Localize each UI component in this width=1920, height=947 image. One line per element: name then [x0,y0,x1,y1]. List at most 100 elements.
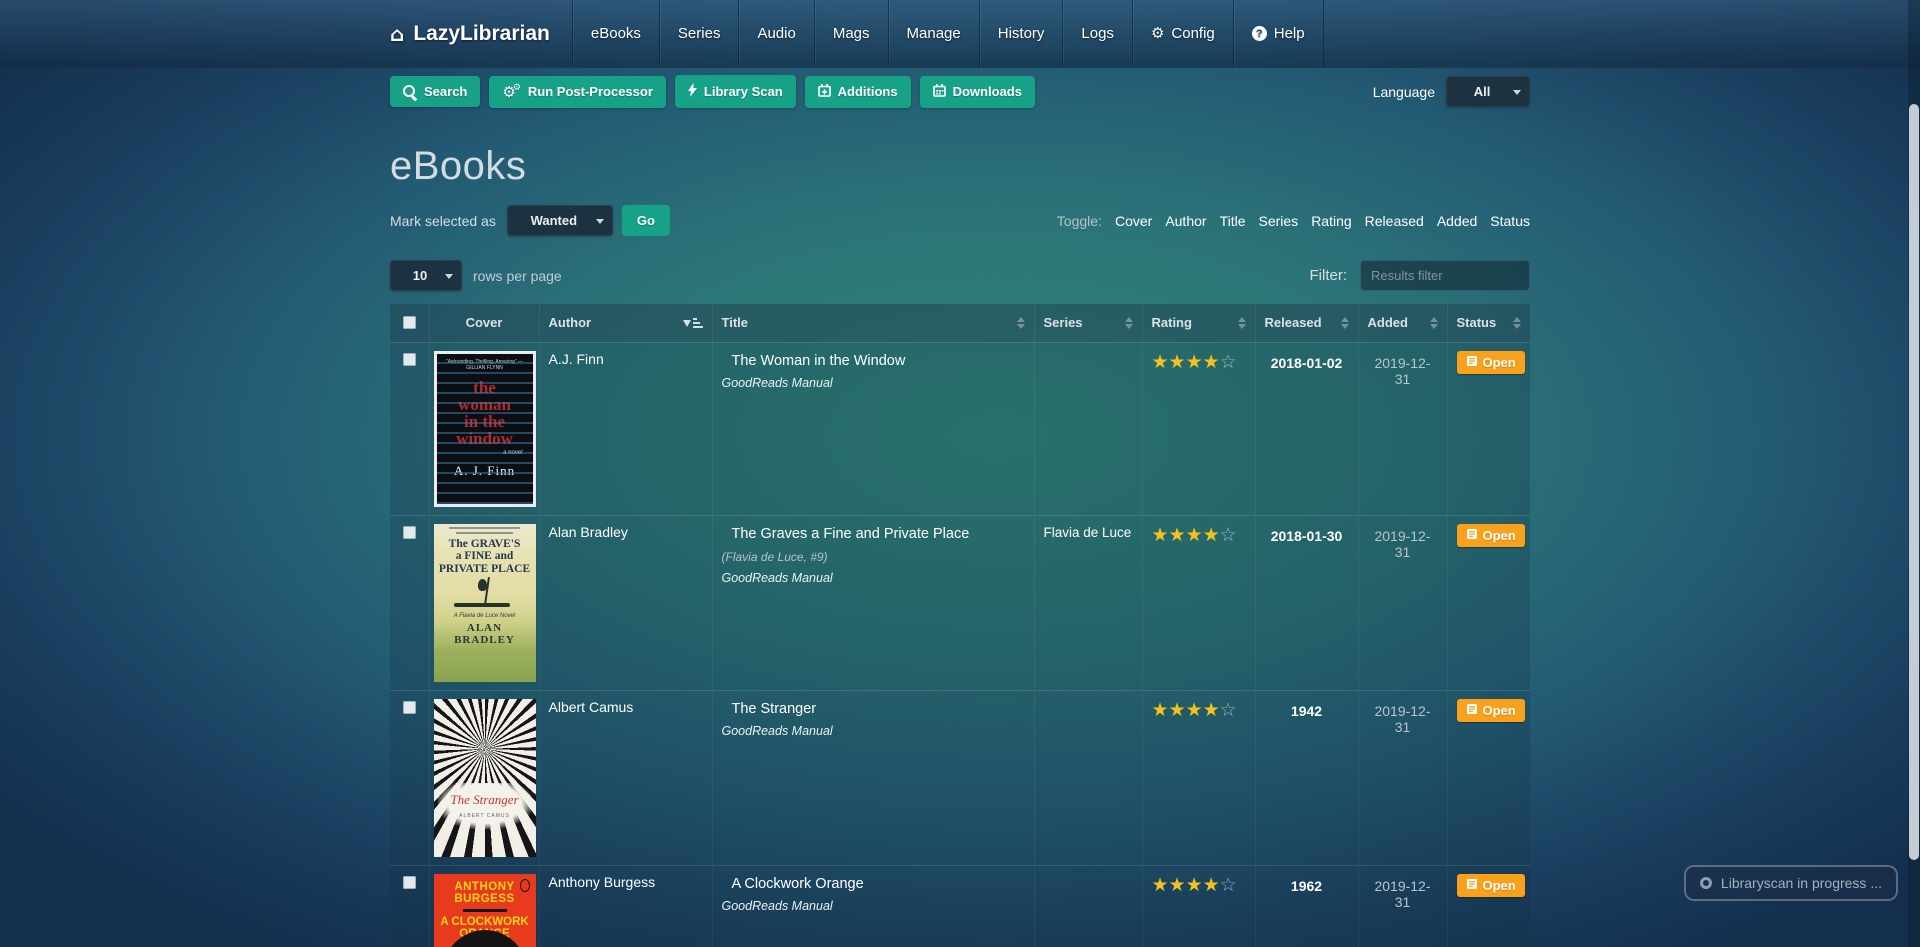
mark-selected-select[interactable]: Wanted [506,205,613,236]
nav-item-config[interactable]: ⚙ Config [1131,0,1233,67]
book-icon [1466,355,1478,370]
book-title-link[interactable]: The Stranger [732,701,1025,717]
sort-icon [1340,313,1349,333]
nav-item-mags[interactable]: Mags [813,0,888,67]
calendar-plus-icon [817,83,831,100]
column-header-rating[interactable]: Rating [1141,304,1255,342]
book-cover[interactable]: The GRAVE'S a FINE and PRIVATE PLACE A F… [433,523,536,682]
nav-item-audio[interactable]: Audio [738,0,813,67]
bolt-icon [687,83,697,100]
added-date: 2019-12-31 [1357,341,1447,515]
select-all-checkbox[interactable] [402,315,416,329]
column-header-status[interactable]: Status [1446,304,1530,342]
status-open-button[interactable]: Open [1456,873,1525,897]
nav-item-help[interactable]: ? Help [1232,0,1324,67]
downloads-button[interactable]: Downloads [919,75,1035,108]
run-post-processor-button[interactable]: ⚙⚙ Run Post-Processor [489,75,666,108]
language-select[interactable]: All [1446,76,1530,107]
nav-item-ebooks[interactable]: eBooks [571,0,659,67]
chevron-down-icon [1513,89,1521,99]
toggle-added[interactable]: Added [1437,213,1477,229]
toggle-cover[interactable]: Cover [1115,213,1152,229]
row-checkbox[interactable] [402,700,416,714]
ebooks-table: Cover Author Title Series Rating Release… [390,304,1530,947]
toggle-label: Toggle: [1056,212,1102,229]
source-label: GoodReads Manual [721,723,833,738]
source-label: GoodReads Manual [721,375,833,390]
libraryscan-toast[interactable]: Libraryscan in progress ... [1683,865,1898,901]
calendar-icon [932,83,946,100]
author-link[interactable]: Albert Camus [549,699,634,715]
book-cover[interactable]: The Stranger ALBERT CAMUS [433,698,536,857]
source-label: GoodReads Manual [721,898,833,913]
author-link[interactable]: Anthony Burgess [549,874,656,890]
sort-amount-asc-icon [682,314,703,331]
series-note: (Flavia de Luce, #9) [721,549,828,564]
go-button[interactable]: Go [621,205,670,236]
chevron-down-icon [595,218,604,228]
status-open-button[interactable]: Open [1456,698,1525,722]
question-icon: ? [1251,26,1267,41]
author-link[interactable]: A.J. Finn [549,351,604,367]
book-title-link[interactable]: A Clockwork Orange [732,876,1025,892]
nav-item-manage[interactable]: Manage [887,0,979,67]
rating-stars: ★★★★☆ [1152,874,1246,896]
table-row: The GRAVE'S a FINE and PRIVATE PLACE A F… [390,514,1530,690]
nav-item-history[interactable]: History [978,0,1063,67]
spinner-icon [1699,877,1712,889]
released-date: 2018-01-30 [1254,514,1358,690]
toggle-status[interactable]: Status [1490,213,1530,229]
column-header-cover: Cover [428,304,539,342]
row-checkbox[interactable] [402,525,416,539]
mark-selected-label: Mark selected as [390,212,496,229]
author-link[interactable]: Alan Bradley [549,524,628,540]
column-header-title[interactable]: Title [711,304,1034,342]
column-header-series[interactable]: Series [1033,304,1142,342]
book-title-link[interactable]: The Woman in the Window [732,353,1025,369]
book-cover[interactable]: ANTHONY BURGESS A CLOCKWORK ORANGE [433,873,536,947]
results-filter-input[interactable] [1360,260,1530,291]
rating-stars: ★★★★☆ [1152,351,1246,373]
stars-filled: ★★★★ [1151,350,1220,373]
sort-icon [1124,313,1133,333]
column-header-author[interactable]: Author [538,304,712,342]
series-link[interactable]: Flavia de Luce [1044,525,1132,540]
toggle-released[interactable]: Released [1365,213,1424,229]
book-cover[interactable]: “Astounding, Thrilling, Amazing” —GILLIA… [433,350,536,507]
column-header-added[interactable]: Added [1357,304,1447,342]
scrollbar-thumb[interactable] [1909,104,1919,860]
column-header-released[interactable]: Released [1254,304,1358,342]
added-date: 2019-12-31 [1357,514,1447,690]
toggle-author[interactable]: Author [1165,213,1206,229]
library-scan-button[interactable]: Library Scan [674,75,796,108]
toggle-series[interactable]: Series [1259,213,1299,229]
action-toolbar: Search ⚙⚙ Run Post-Processor Library Sca… [390,75,1530,108]
brand-label: LazyLibrarian [413,21,550,45]
brand-lazylibrarian[interactable]: ⌂ LazyLibrarian [390,0,572,67]
stars-filled: ★★★★ [1151,698,1220,721]
column-header-select [390,304,429,342]
nav-item-logs[interactable]: Logs [1062,0,1132,67]
table-header-row: Cover Author Title Series Rating Release… [390,304,1530,342]
row-checkbox[interactable] [402,352,416,366]
book-icon [1466,703,1478,718]
search-button[interactable]: Search [390,76,481,107]
additions-button[interactable]: Additions [804,75,911,108]
page-title: eBooks [390,144,527,188]
stars-empty: ☆ [1219,523,1237,546]
status-open-button[interactable]: Open [1456,350,1525,374]
added-date: 2019-12-31 [1357,689,1447,865]
status-open-button[interactable]: Open [1456,523,1525,547]
rows-per-page-select[interactable]: 10 [390,260,462,291]
row-checkbox[interactable] [402,875,416,889]
nav-item-series[interactable]: Series [658,0,739,67]
book-title-link[interactable]: The Graves a Fine and Private Place [732,526,1025,542]
scrollbar-track[interactable] [1908,0,1920,947]
toast-text: Libraryscan in progress ... [1720,875,1882,891]
toggle-title[interactable]: Title [1220,213,1246,229]
source-label: GoodReads Manual [721,570,833,585]
toggle-rating[interactable]: Rating [1311,213,1351,229]
stars-empty: ☆ [1219,350,1237,373]
rating-stars: ★★★★☆ [1152,524,1246,546]
filter-label: Filter: [1309,267,1348,284]
